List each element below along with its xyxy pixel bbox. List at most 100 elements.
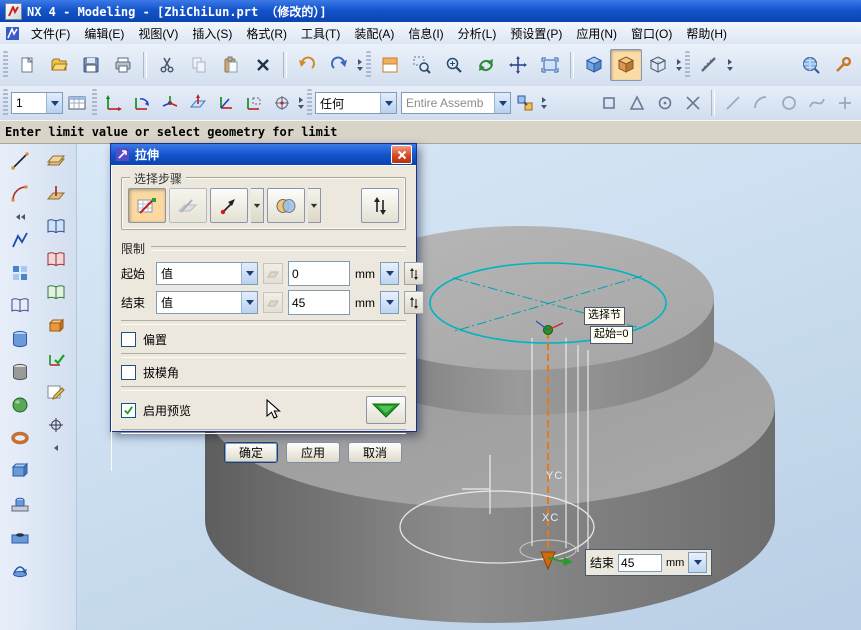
rotate-view-button[interactable] bbox=[470, 49, 502, 81]
menu-file[interactable]: 文件(F) bbox=[24, 22, 77, 45]
wireframe-view-button[interactable] bbox=[642, 49, 674, 81]
menu-help[interactable]: 帮助(H) bbox=[679, 22, 734, 45]
chevron-down-icon[interactable] bbox=[380, 93, 396, 113]
print-button[interactable] bbox=[107, 49, 139, 81]
shaded-view-button[interactable] bbox=[610, 49, 642, 81]
point-button[interactable] bbox=[41, 410, 71, 440]
end-reverse-button[interactable] bbox=[404, 291, 424, 314]
sketch-button[interactable] bbox=[41, 377, 71, 407]
window-titlebar[interactable]: NX 4 - Modeling - [ZhiChiLun.prt （修改的）] bbox=[0, 0, 861, 22]
new-file-button[interactable] bbox=[11, 49, 43, 81]
toolbar-overflow-chevron[interactable] bbox=[725, 51, 735, 79]
chevron-down-icon[interactable] bbox=[494, 93, 510, 113]
toolbar-overflow-chevron[interactable] bbox=[355, 51, 365, 79]
snap-intersection-button[interactable] bbox=[679, 89, 707, 117]
undo-button[interactable] bbox=[291, 49, 323, 81]
start-mode-combo[interactable]: 值 bbox=[156, 262, 258, 285]
menu-analysis[interactable]: 分析(L) bbox=[451, 22, 504, 45]
dialog-titlebar[interactable]: 拉伸 bbox=[111, 144, 416, 165]
wcs-origin-button[interactable] bbox=[156, 89, 184, 117]
arc-feature-button[interactable] bbox=[5, 179, 35, 209]
datum-plane-button[interactable] bbox=[41, 146, 71, 176]
line-feature-button[interactable] bbox=[5, 146, 35, 176]
menu-view[interactable]: 视图(V) bbox=[131, 22, 185, 45]
direction-step-button[interactable] bbox=[210, 188, 248, 223]
datum-axis-button[interactable] bbox=[41, 179, 71, 209]
block-button[interactable] bbox=[5, 456, 35, 486]
selection-filter-combo[interactable]: 任何 bbox=[315, 92, 397, 114]
csys-check-button[interactable] bbox=[41, 344, 71, 374]
boolean-step-button[interactable] bbox=[267, 188, 305, 223]
direction-step-dropdown[interactable] bbox=[251, 188, 264, 223]
snap-center-button[interactable] bbox=[651, 89, 679, 117]
menu-insert[interactable]: 插入(S) bbox=[185, 22, 239, 45]
revolve-button[interactable] bbox=[5, 555, 35, 585]
display-mode-button[interactable] bbox=[374, 49, 406, 81]
snap-midpoint-button[interactable] bbox=[623, 89, 651, 117]
cancel-button[interactable]: 取消 bbox=[348, 442, 402, 463]
profile-button[interactable] bbox=[5, 225, 35, 255]
toolbar-grip[interactable] bbox=[366, 51, 371, 79]
apply-button[interactable]: 应用 bbox=[286, 442, 340, 463]
sketch-book-button[interactable] bbox=[5, 291, 35, 321]
toolbar-overflow-chevron[interactable] bbox=[296, 89, 306, 117]
show-result-button[interactable] bbox=[366, 396, 406, 424]
zoom-button[interactable] bbox=[438, 49, 470, 81]
cylinder-button[interactable] bbox=[5, 357, 35, 387]
wcs-set-button[interactable] bbox=[212, 89, 240, 117]
toolbar-collapse-chevrons[interactable] bbox=[7, 212, 33, 222]
toolbar-grip[interactable] bbox=[3, 51, 8, 79]
toolbar-collapse-chevron[interactable] bbox=[43, 443, 69, 453]
menu-information[interactable]: 信息(I) bbox=[401, 22, 450, 45]
boss-button[interactable] bbox=[5, 489, 35, 519]
spline-tool-button[interactable] bbox=[803, 89, 831, 117]
toolbar-grip[interactable] bbox=[3, 89, 8, 117]
snap-endpoint-button[interactable] bbox=[595, 89, 623, 117]
menu-tools[interactable]: 工具(T) bbox=[294, 22, 347, 45]
arc-tool-button[interactable] bbox=[747, 89, 775, 117]
wcs-dynamics-button[interactable] bbox=[100, 89, 128, 117]
torus-button[interactable] bbox=[5, 423, 35, 453]
zoom-window-button[interactable] bbox=[406, 49, 438, 81]
part-navigator-button[interactable] bbox=[41, 212, 71, 242]
open-file-button[interactable] bbox=[43, 49, 75, 81]
menu-application[interactable]: 应用(N) bbox=[569, 22, 624, 45]
work-layer-combo[interactable]: 1 bbox=[11, 92, 63, 114]
start-value-input[interactable] bbox=[288, 261, 350, 286]
toolbar-grip[interactable] bbox=[92, 89, 97, 117]
end-value-input[interactable] bbox=[288, 290, 350, 315]
toolbar-overflow-chevron[interactable] bbox=[539, 89, 549, 117]
history-book-button[interactable] bbox=[41, 245, 71, 275]
chevron-down-icon[interactable] bbox=[241, 292, 257, 313]
menu-edit[interactable]: 编辑(E) bbox=[77, 22, 131, 45]
end-limit-input[interactable] bbox=[618, 554, 662, 572]
menu-assemblies[interactable]: 装配(A) bbox=[347, 22, 401, 45]
dialog-close-button[interactable] bbox=[391, 145, 412, 164]
start-measure-button[interactable] bbox=[263, 263, 283, 284]
save-button[interactable] bbox=[75, 49, 107, 81]
menu-window[interactable]: 窗口(O) bbox=[624, 22, 679, 45]
extrude-button[interactable] bbox=[5, 324, 35, 354]
selection-scope-combo[interactable]: Entire Assemb bbox=[401, 92, 511, 114]
preview-checkbox[interactable] bbox=[121, 403, 136, 418]
layer-settings-button[interactable] bbox=[63, 89, 91, 117]
end-measure-button[interactable] bbox=[263, 292, 283, 313]
point-tool-button[interactable] bbox=[831, 89, 859, 117]
section-step-button[interactable] bbox=[128, 188, 166, 223]
end-limit-spin-button[interactable] bbox=[688, 552, 707, 573]
measure-button[interactable] bbox=[693, 49, 725, 81]
start-spin-button[interactable] bbox=[380, 262, 399, 285]
draft-checkbox[interactable] bbox=[121, 365, 136, 380]
wcs-display-button[interactable] bbox=[240, 89, 268, 117]
pan-view-button[interactable] bbox=[502, 49, 534, 81]
interpart-select-button[interactable] bbox=[511, 89, 539, 117]
toolbar-grip[interactable] bbox=[685, 51, 690, 79]
menu-preferences[interactable]: 预设置(P) bbox=[503, 22, 569, 45]
circle-tool-button[interactable] bbox=[775, 89, 803, 117]
orange-box-button[interactable] bbox=[41, 311, 71, 341]
wcs-snap-button[interactable] bbox=[268, 89, 296, 117]
hole-button[interactable] bbox=[5, 522, 35, 552]
end-mode-combo[interactable]: 值 bbox=[156, 291, 258, 314]
customize-button[interactable] bbox=[827, 49, 859, 81]
fit-view-button[interactable] bbox=[534, 49, 566, 81]
